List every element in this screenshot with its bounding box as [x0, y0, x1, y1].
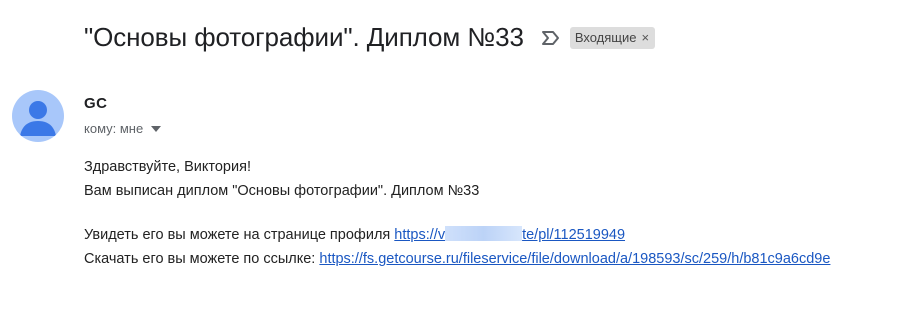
recipient-text: кому: мне: [84, 121, 144, 136]
default-avatar-icon: [20, 101, 56, 136]
profile-link-start: https://v: [394, 227, 446, 243]
caret-down-svg: [151, 125, 162, 132]
download-link[interactable]: https://fs.getcourse.ru/fileservice/file…: [319, 251, 830, 267]
remove-label-icon[interactable]: ×: [641, 27, 649, 49]
view-text: Увидеть его вы можете на странице профил…: [84, 227, 395, 243]
label-chip-text: Входящие: [574, 29, 637, 45]
profile-link[interactable]: https://v te/pl/112519949: [394, 226, 626, 243]
greeting-line: Здравствуйте, Виктория!: [84, 159, 251, 175]
profile-link-end: te/pl/112519949: [522, 227, 626, 243]
sender-avatar[interactable]: [12, 90, 64, 142]
importance-marker-svg: [541, 30, 559, 45]
recipient-details-toggle[interactable]: кому: мне: [84, 121, 162, 136]
redacted-block: [445, 226, 523, 241]
email-view: "Основы фотографии". Диплом №33 Входящие…: [0, 0, 913, 313]
download-line: Скачать его вы можете по ссылке: https:/…: [84, 247, 830, 271]
email-body: Здравствуйте, Виктория! Вам выписан дипл…: [84, 155, 830, 271]
diploma-line: Вам выписан диплом "Основы фотографии". …: [84, 183, 480, 199]
download-text: Скачать его вы можете по ссылке:: [84, 251, 320, 267]
view-line: Увидеть его вы можете на странице профил…: [84, 223, 830, 247]
importance-marker-icon[interactable]: [540, 27, 562, 49]
caret-down-icon[interactable]: [151, 125, 162, 132]
sender-name[interactable]: GC: [84, 95, 108, 112]
subject-row: "Основы фотографии". Диплом №33 Входящие…: [84, 22, 656, 53]
email-subject: "Основы фотографии". Диплом №33: [84, 22, 524, 52]
label-chip-inbox[interactable]: Входящие ×: [569, 26, 656, 49]
